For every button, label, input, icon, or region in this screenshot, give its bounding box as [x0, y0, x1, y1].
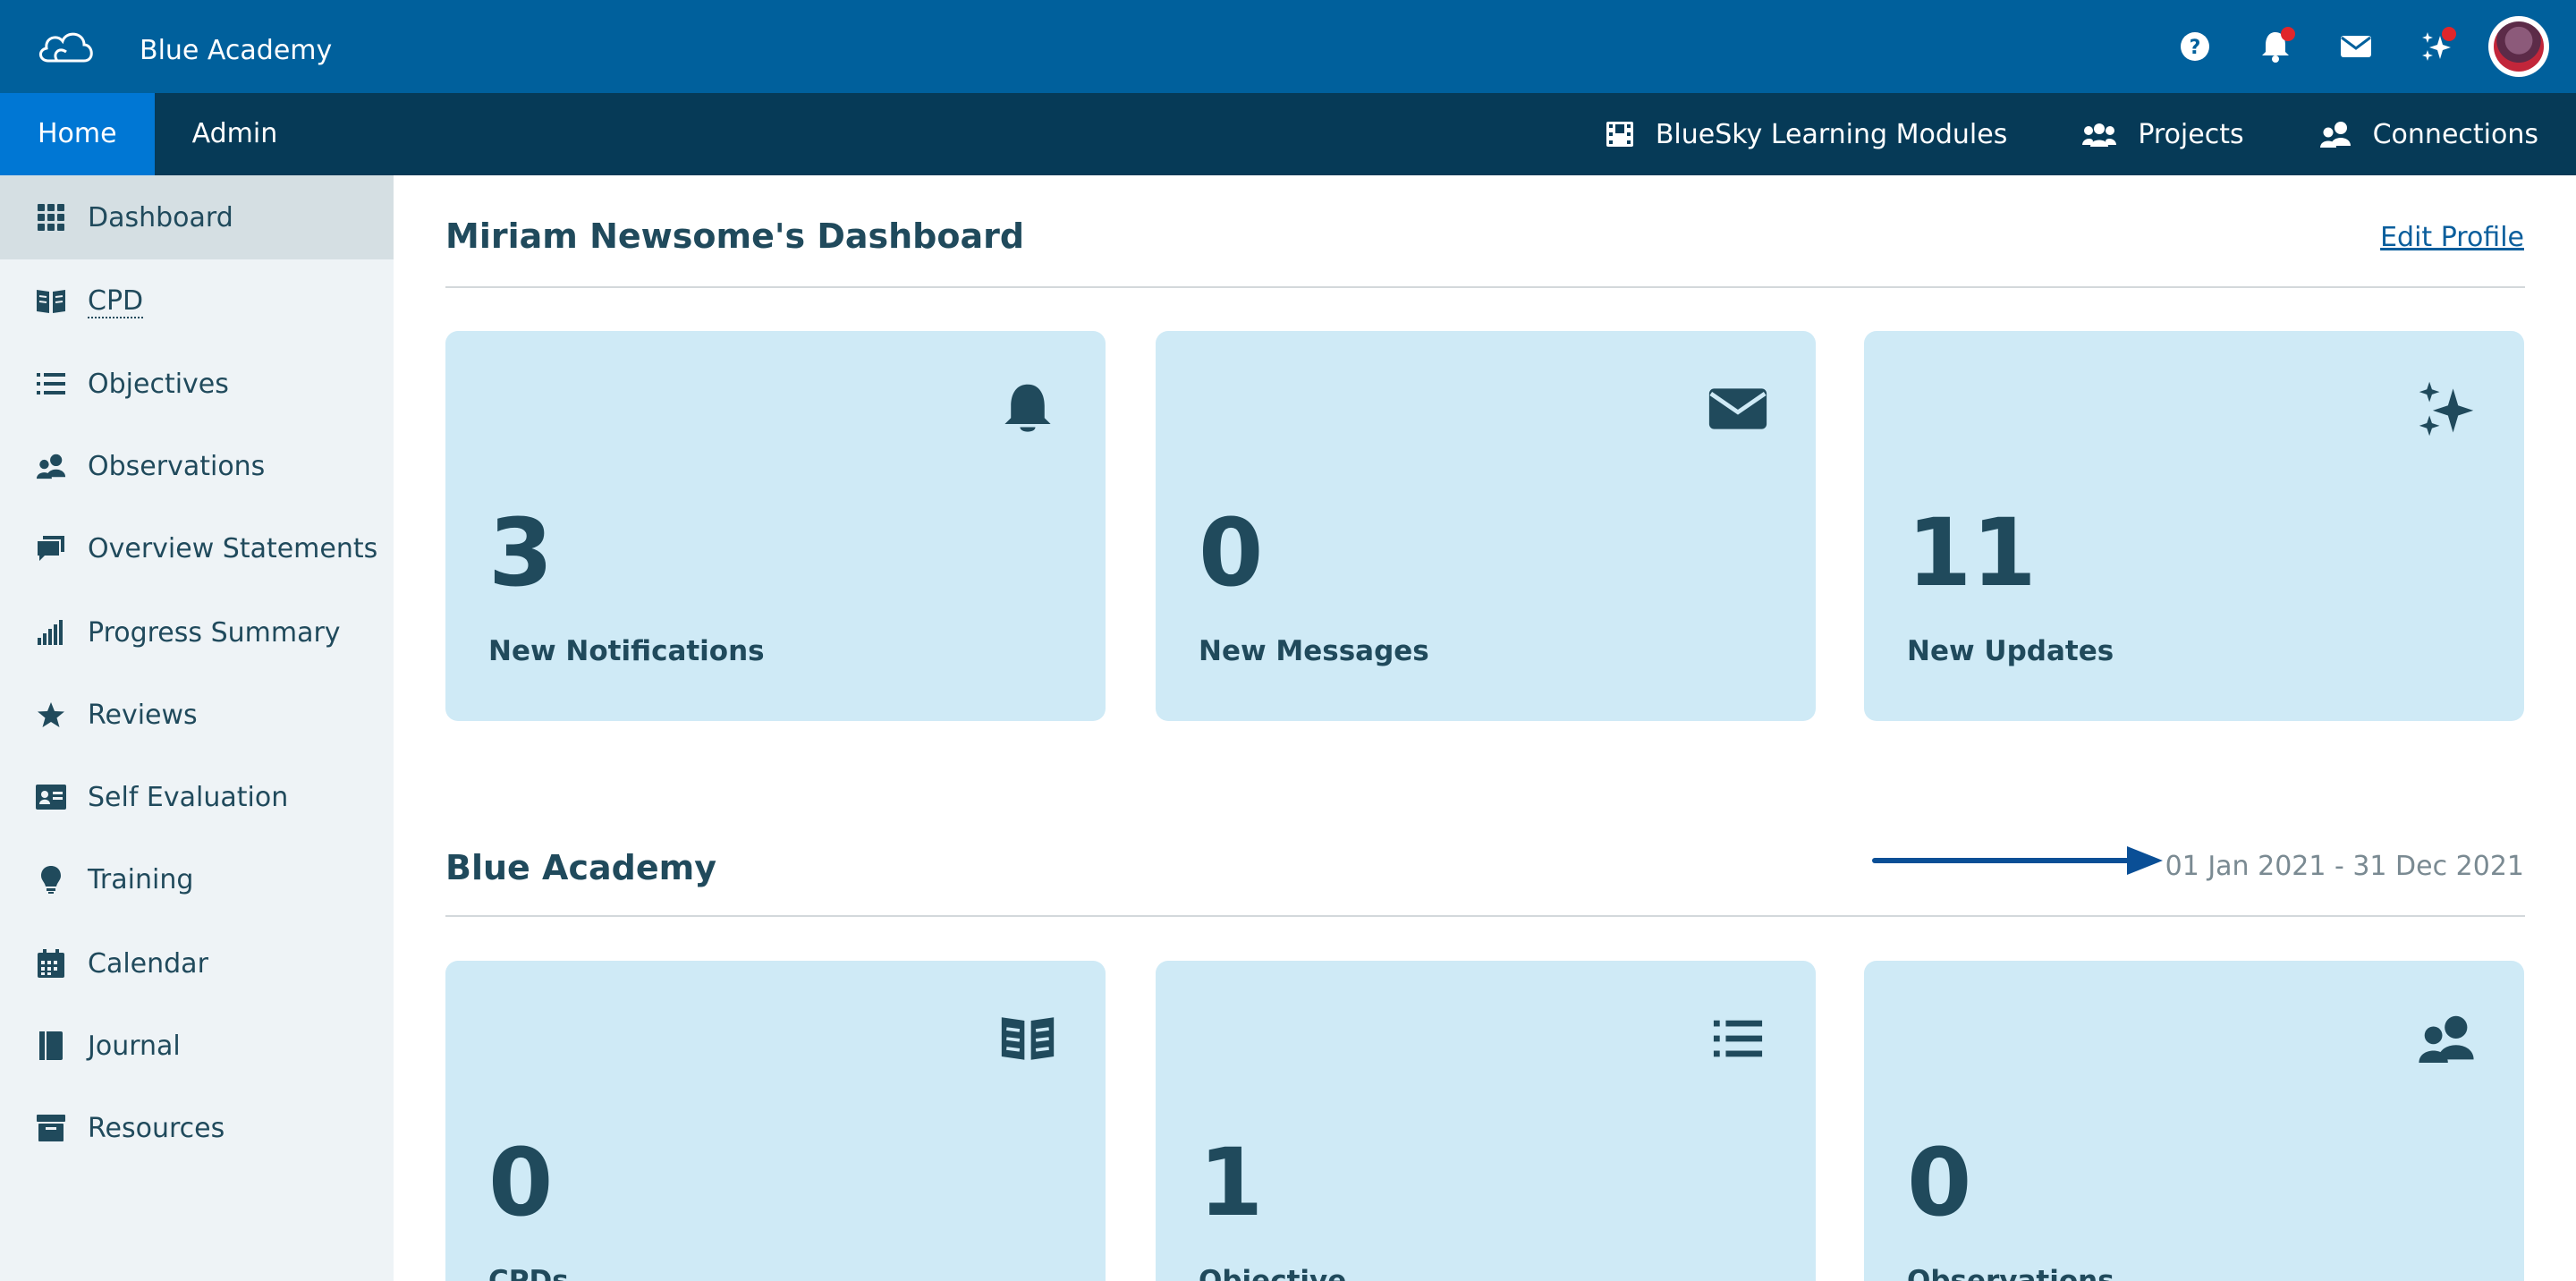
- sidebar-item-label: Dashboard: [88, 201, 233, 233]
- divider: [445, 286, 2525, 288]
- sidebar-item-reviews[interactable]: Reviews: [0, 673, 394, 757]
- card-label: New Notifications: [488, 635, 765, 667]
- nav-link-connections[interactable]: Connections: [2319, 119, 2538, 150]
- sparkles-icon[interactable]: [2417, 27, 2456, 66]
- nav-link-projects[interactable]: Projects: [2082, 118, 2244, 150]
- nav-tab-home[interactable]: Home: [0, 93, 155, 175]
- main-content: Miriam Newsome's Dashboard Edit Profile …: [394, 175, 2576, 1281]
- messages-card[interactable]: 0 New Messages: [1156, 331, 1816, 721]
- sidebar-item-label: Objectives: [88, 368, 229, 400]
- sidebar-item-label: Observations: [88, 450, 266, 482]
- nav-link-learning-modules[interactable]: BlueSky Learning Modules: [1606, 118, 2008, 150]
- sidebar-item-overview-statements[interactable]: Overview Statements: [0, 506, 394, 590]
- card-label: Objective: [1199, 1265, 1347, 1281]
- objectives-card[interactable]: 1 Objective: [1156, 961, 1816, 1281]
- envelope-icon[interactable]: [2336, 27, 2376, 66]
- star-icon: [36, 700, 66, 730]
- sidebar-item-dashboard[interactable]: Dashboard: [0, 175, 394, 259]
- people-icon: [36, 451, 66, 481]
- book-icon: [996, 1007, 1059, 1070]
- card-label: New Updates: [1907, 635, 2114, 667]
- section-title: Blue Academy: [445, 848, 716, 887]
- film-icon: [1606, 122, 1633, 147]
- list-icon: [1707, 1007, 1769, 1070]
- divider: [445, 915, 2525, 917]
- card-value: 0: [488, 1128, 554, 1237]
- sidebar-item-calendar[interactable]: Calendar: [0, 921, 394, 1005]
- sidebar-item-objectives[interactable]: Objectives: [0, 342, 394, 426]
- avatar-image: [2494, 21, 2544, 72]
- people-icon: [2319, 122, 2351, 148]
- help-icon[interactable]: ?: [2175, 27, 2215, 66]
- nav-link-label: Connections: [2372, 118, 2538, 150]
- nav-link-label: BlueSky Learning Modules: [1655, 118, 2008, 150]
- sidebar-item-label: Journal: [88, 1030, 181, 1062]
- updates-card[interactable]: 11 New Updates: [1864, 331, 2524, 721]
- people-icon: [2415, 1007, 2478, 1070]
- archive-icon: [36, 1113, 66, 1143]
- card-label: CPDs: [488, 1265, 569, 1281]
- lightbulb-icon: [36, 864, 66, 895]
- card-value: 11: [1907, 498, 2037, 607]
- card-value: 0: [1199, 498, 1264, 607]
- sidebar-item-journal[interactable]: Journal: [0, 1004, 394, 1088]
- journal-icon: [36, 1031, 66, 1061]
- envelope-icon: [1707, 378, 1769, 440]
- card-value: 3: [488, 498, 554, 607]
- sidebar-item-progress-summary[interactable]: Progress Summary: [0, 590, 394, 674]
- notifications-card[interactable]: 3 New Notifications: [445, 331, 1106, 721]
- sidebar-item-training[interactable]: Training: [0, 837, 394, 921]
- id-card-icon: [36, 782, 66, 812]
- sidebar-item-label: Overview Statements: [88, 532, 378, 564]
- page-title: Miriam Newsome's Dashboard: [445, 216, 1025, 256]
- updates-badge: [2442, 27, 2456, 41]
- avatar[interactable]: [2488, 16, 2549, 77]
- sidebar-item-cpd[interactable]: CPD: [0, 259, 394, 344]
- sparkles-icon: [2415, 378, 2478, 440]
- sidebar-item-observations[interactable]: Observations: [0, 424, 394, 508]
- nav-link-label: Projects: [2138, 118, 2244, 150]
- group-icon: [2082, 123, 2117, 147]
- sidebar-item-resources[interactable]: Resources: [0, 1086, 394, 1170]
- card-value: 1: [1199, 1128, 1264, 1237]
- cloud-logo-icon[interactable]: [36, 27, 97, 66]
- sidebar: Dashboard CPD Objectives Observations Ov…: [0, 175, 394, 1281]
- signal-icon: [36, 617, 66, 648]
- app-title[interactable]: Blue Academy: [140, 0, 332, 102]
- arrow-right-icon: [1872, 846, 2163, 875]
- notification-badge: [2281, 27, 2295, 41]
- sidebar-item-self-evaluation[interactable]: Self Evaluation: [0, 755, 394, 839]
- book-icon: [36, 286, 66, 317]
- observations-card[interactable]: 0 Observations: [1864, 961, 2524, 1281]
- card-label: Observations: [1907, 1265, 2114, 1281]
- sidebar-item-label: Resources: [88, 1112, 225, 1144]
- notifications-bell-icon[interactable]: [2256, 27, 2295, 66]
- main-nav: Home Admin BlueSky Learning Modules Proj…: [0, 93, 2576, 175]
- date-range[interactable]: 01 Jan 2021 - 31 Dec 2021: [2165, 851, 2524, 882]
- sidebar-item-label: Calendar: [88, 947, 208, 980]
- comments-icon: [36, 533, 66, 564]
- svg-text:?: ?: [2190, 37, 2201, 59]
- nav-tab-admin[interactable]: Admin: [155, 93, 316, 175]
- grid-icon: [36, 202, 66, 233]
- sidebar-item-label: CPD: [88, 284, 144, 318]
- calendar-icon: [36, 948, 66, 979]
- sidebar-item-label: Self Evaluation: [88, 781, 289, 813]
- sidebar-item-label: Training: [88, 863, 194, 895]
- card-value: 0: [1907, 1128, 1972, 1237]
- sidebar-item-label: Progress Summary: [88, 616, 341, 649]
- top-bar: Blue Academy ?: [0, 0, 2576, 93]
- sidebar-item-label: Reviews: [88, 699, 198, 731]
- bell-icon: [996, 378, 1059, 440]
- list-icon: [36, 369, 66, 399]
- top-icon-bar: ?: [2134, 0, 2549, 93]
- edit-profile-link[interactable]: Edit Profile: [2380, 222, 2524, 253]
- card-label: New Messages: [1199, 635, 1429, 667]
- cpds-card[interactable]: 0 CPDs: [445, 961, 1106, 1281]
